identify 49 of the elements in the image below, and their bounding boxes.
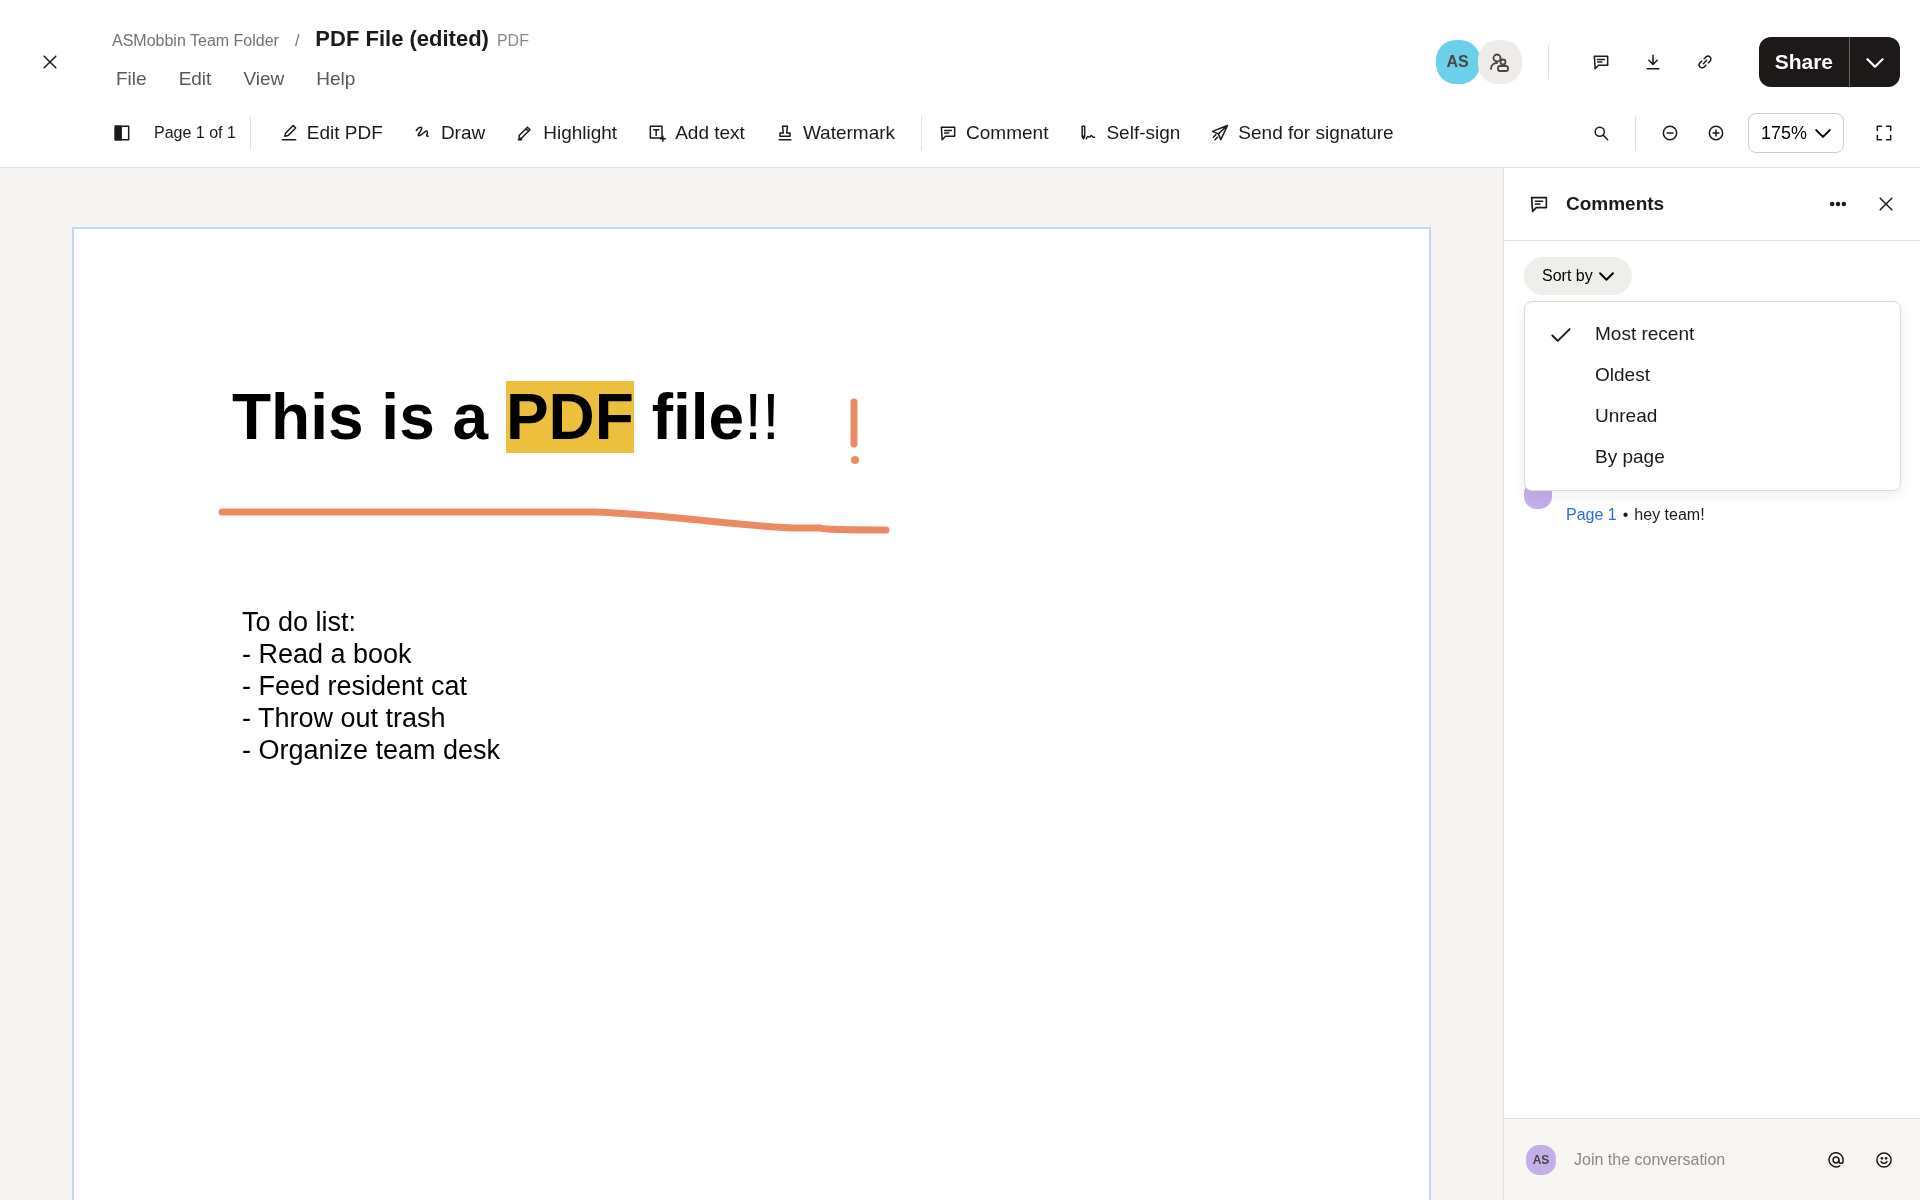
list-line: To do list:	[242, 605, 358, 638]
menu-option[interactable]: Most recent	[1525, 314, 1900, 355]
toolbar-button[interactable]: Add text	[643, 114, 749, 152]
page-link[interactable]: Page 1	[1566, 506, 1617, 523]
toolbar-button[interactable]: Watermark	[770, 114, 900, 152]
smiley-icon	[1874, 1149, 1894, 1170]
page-indicator: Page 1 of 1	[154, 123, 236, 143]
share-options-button[interactable]	[1850, 37, 1900, 87]
zoom-dropdown[interactable]: 175%	[1747, 113, 1844, 153]
text-box-icon	[647, 123, 668, 143]
menu-option[interactable]: Unread	[1525, 396, 1900, 437]
list-line: - Read a book	[242, 637, 413, 670]
at-sign-icon	[1826, 1149, 1846, 1170]
file-title: PDF File (edited)	[315, 25, 489, 53]
file-type-label: PDF	[496, 31, 529, 51]
paper-plane-icon	[1210, 123, 1231, 143]
comment-input[interactable]: Join the conversation	[1572, 1146, 1822, 1173]
toolbar-button[interactable]: Self-sign	[1074, 114, 1185, 152]
menu-item[interactable]: File	[116, 65, 147, 94]
people-button[interactable]	[1477, 40, 1522, 84]
list-line: - Feed resident cat	[242, 669, 469, 702]
document-heading: This is a PDF file!!	[232, 380, 781, 455]
menu-item[interactable]: Help	[316, 65, 356, 94]
share-button[interactable]: Share	[1758, 37, 1850, 87]
sidebar-icon	[112, 123, 132, 143]
exclamation-stroke	[850, 398, 859, 464]
user-avatar: AS	[1526, 1144, 1556, 1175]
toolbar-button[interactable]: Highlight	[511, 114, 622, 152]
caret-icon	[1815, 128, 1831, 138]
toolbar-button[interactable]: Comment	[934, 114, 1053, 152]
caret-icon	[1866, 57, 1884, 68]
bullet-separator: •	[1622, 506, 1629, 523]
folder-link[interactable]: ASMobbin Team Folder	[112, 29, 279, 53]
list-line: - Throw out trash	[242, 701, 447, 734]
toolbar-button[interactable]: Edit PDF	[274, 114, 387, 152]
toolbar-button[interactable]: Draw	[408, 114, 490, 152]
comment-text: hey team!	[1634, 506, 1705, 523]
fullscreen-icon	[1874, 123, 1894, 143]
panel-title: Comments	[1566, 191, 1665, 216]
user-avatar: AS	[1435, 40, 1480, 84]
menu-option[interactable]: By page	[1525, 437, 1900, 478]
menu-option[interactable]: Oldest	[1525, 355, 1900, 396]
menu-item[interactable]: View	[243, 65, 285, 94]
caret-icon	[1598, 271, 1614, 281]
menu-item[interactable]: Edit	[178, 65, 212, 94]
toolbar-button[interactable]: Send for signature	[1206, 114, 1398, 152]
sort-dropdown[interactable]: Sort by	[1524, 257, 1632, 295]
breadcrumb-separator: /	[294, 31, 300, 51]
list-line: - Organize team desk	[242, 733, 502, 766]
